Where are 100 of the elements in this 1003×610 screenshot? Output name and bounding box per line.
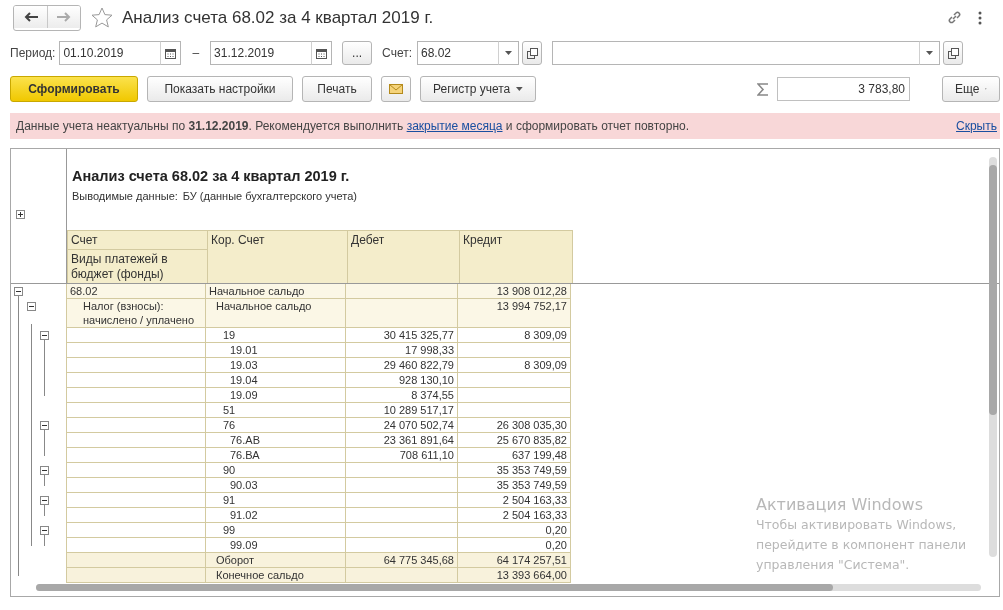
open-window-icon xyxy=(947,47,959,59)
table-cell: 13 908 012,28 xyxy=(458,284,571,299)
table-cell: 13 393 664,00 xyxy=(458,568,571,583)
table-cell: 64 174 257,51 xyxy=(458,553,571,568)
account-label: Счет: xyxy=(382,46,412,60)
sigma-icon xyxy=(757,82,769,96)
link-icon[interactable] xyxy=(946,10,962,25)
table-cell: 76.ВА xyxy=(206,448,346,463)
table-cell: Налог (взносы): начислено / уплачено xyxy=(66,299,206,328)
envelope-icon xyxy=(389,84,403,94)
table-cell: 99.09 xyxy=(206,538,346,553)
show-settings-button[interactable]: Показать настройки xyxy=(147,76,293,102)
date-to-field[interactable]: 31.12.2019 xyxy=(210,41,313,65)
open-window-icon xyxy=(526,47,538,59)
caret-icon xyxy=(505,51,512,55)
output-label: Выводимые данные: xyxy=(72,190,178,202)
table-cell: 90 xyxy=(206,463,346,478)
table-cell: 19.09 xyxy=(206,388,346,403)
table-cell: 90.03 xyxy=(206,478,346,493)
report-title: Анализ счета 68.02 за 4 квартал 2019 г. xyxy=(72,168,351,184)
back-arrow-icon xyxy=(23,11,38,22)
table-cell: 91.02 xyxy=(206,508,346,523)
table-cell: 8 374,55 xyxy=(346,388,458,403)
collapse-toggle-icon[interactable] xyxy=(27,302,36,311)
table-cell: 0,20 xyxy=(458,538,571,553)
table-cell: 51 xyxy=(206,403,346,418)
table-cell: 2 504 163,33 xyxy=(458,508,571,523)
collapse-toggle-icon[interactable] xyxy=(40,466,49,475)
collapse-toggle-icon[interactable] xyxy=(40,421,49,430)
column-header: Счет xyxy=(70,232,99,249)
month-closing-link[interactable]: закрытие месяца xyxy=(406,119,503,133)
table-cell: 30 415 325,77 xyxy=(346,328,458,343)
column-header: Кредит xyxy=(460,231,573,283)
table-cell: 35 353 749,59 xyxy=(458,463,571,478)
more-icon[interactable] xyxy=(978,10,982,25)
table-cell: 26 308 035,30 xyxy=(458,418,571,433)
column-subheader: Виды платежей в бюджет (фонды) xyxy=(68,249,207,283)
table-cell: 64 775 345,68 xyxy=(346,553,458,568)
table-cell: 35 353 749,59 xyxy=(458,478,571,493)
calendar-icon[interactable] xyxy=(165,47,177,59)
horizontal-scrollbar[interactable] xyxy=(36,584,981,591)
star-icon[interactable] xyxy=(91,7,113,28)
table-cell: 68.02 xyxy=(66,284,206,299)
column-header: Кор. Счет xyxy=(208,231,348,283)
open-button[interactable] xyxy=(943,41,963,65)
caret-icon xyxy=(516,87,523,91)
table-cell: 10 289 517,17 xyxy=(346,403,458,418)
period-label: Период: xyxy=(10,46,56,60)
table-cell: 29 460 822,79 xyxy=(346,358,458,373)
register-dropdown-button[interactable]: Регистр учета xyxy=(420,76,536,102)
subconto-field[interactable] xyxy=(552,41,920,65)
back-button[interactable] xyxy=(14,5,47,28)
table-cell: 8 309,09 xyxy=(458,358,571,373)
table-cell: 2 504 163,33 xyxy=(458,493,571,508)
table-cell: 19.04 xyxy=(206,373,346,388)
collapse-toggle-icon[interactable] xyxy=(40,331,49,340)
table-cell: 637 199,48 xyxy=(458,448,571,463)
table-cell: 17 998,33 xyxy=(346,343,458,358)
calendar-icon[interactable] xyxy=(316,47,328,59)
table-cell: 19.03 xyxy=(206,358,346,373)
table-cell: 76.АВ xyxy=(206,433,346,448)
account-field[interactable]: 68.02 xyxy=(417,41,499,65)
table-cell: 928 130,10 xyxy=(346,373,458,388)
open-button[interactable] xyxy=(522,41,542,65)
table-cell: 23 361 891,64 xyxy=(346,433,458,448)
activation-text: Чтобы активировать Windows, перейдите в компонент панели управления "Система". xyxy=(756,516,968,574)
table-cell: 13 994 752,17 xyxy=(458,299,571,328)
table-cell: 99 xyxy=(206,523,346,538)
notice-text: Данные учета неактуальны по 31.12.2019. Рекомендуется выполнить закрытие месяца и сформировать отчет повторно. xyxy=(16,119,690,133)
table-cell: Оборот xyxy=(206,553,346,568)
caret-icon xyxy=(926,51,933,55)
print-button[interactable]: Печать xyxy=(302,76,372,102)
collapse-toggle-icon[interactable] xyxy=(40,526,49,535)
table-cell: Конечное сальдо xyxy=(206,568,346,583)
table-cell: Начальное сальдо xyxy=(206,299,346,328)
forward-arrow-icon xyxy=(57,11,71,22)
table-cell: 91 xyxy=(206,493,346,508)
table-cell: 708 611,10 xyxy=(346,448,458,463)
email-button[interactable] xyxy=(381,76,411,102)
generate-button[interactable]: Сформировать xyxy=(10,76,138,102)
vertical-scrollbar[interactable] xyxy=(989,157,997,557)
collapse-toggle-icon[interactable] xyxy=(14,287,23,296)
expand-toggle-icon[interactable] xyxy=(16,210,25,219)
hide-link[interactable]: Скрыть xyxy=(956,119,997,133)
table-cell: 0,20 xyxy=(458,523,571,538)
period-select-button[interactable]: ... xyxy=(342,41,373,65)
date-from-field[interactable]: 01.10.2019 xyxy=(59,41,162,65)
collapse-toggle-icon[interactable] xyxy=(40,496,49,505)
date-range-dash: – xyxy=(192,46,200,60)
more-dropdown-button[interactable]: Еще xyxy=(942,76,1000,102)
activation-title: Активация Windows xyxy=(756,495,924,514)
table-cell: 19 xyxy=(206,328,346,343)
table-cell: 25 670 835,82 xyxy=(458,433,571,448)
table-cell: 19.01 xyxy=(206,343,346,358)
window-title: Анализ счета 68.02 за 4 квартал 2019 г. xyxy=(122,7,434,28)
table-cell: Начальное сальдо xyxy=(206,284,346,299)
output-value: БУ (данные бухгалтерского учета) xyxy=(182,190,357,202)
table-cell: 8 309,09 xyxy=(458,328,571,343)
column-header: Дебет xyxy=(348,231,460,283)
sum-field[interactable]: 3 783,80 xyxy=(777,77,910,101)
